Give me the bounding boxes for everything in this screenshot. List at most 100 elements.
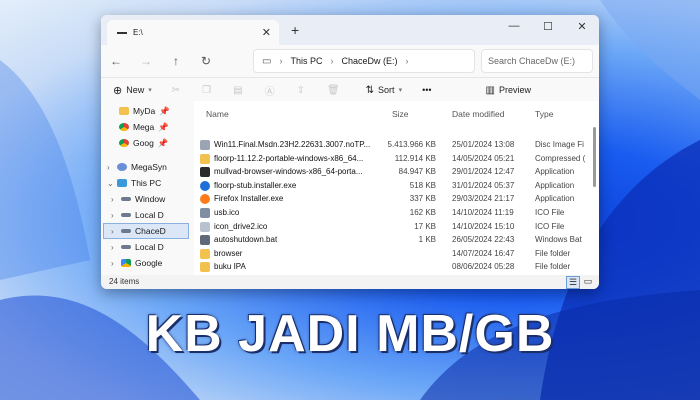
chrome-icon (119, 123, 129, 131)
file-date: 25/01/2024 13:08 (452, 140, 515, 149)
forward-button[interactable]: → (131, 54, 161, 68)
tiles-view-icon[interactable]: ▭ (582, 276, 594, 287)
gdrive-icon (121, 259, 131, 267)
file-name: buku IPA (214, 262, 246, 272)
back-button[interactable]: ← (101, 54, 131, 68)
more-options-button[interactable]: ••• (422, 85, 431, 95)
item-count: 24 items (109, 277, 140, 286)
close-window-button[interactable]: ✕ (565, 15, 599, 37)
file-size: 1 KB (418, 235, 436, 245)
table-row[interactable]: floorp-stub.installer.exe 518 KB 31/01/2… (194, 179, 599, 193)
details-view-icon[interactable]: ☰ (566, 276, 580, 289)
chevron-right-icon[interactable]: › (111, 243, 117, 252)
search-input[interactable]: Search ChaceDw (E:) (481, 49, 593, 73)
app-icon (200, 167, 210, 178)
tab-drive-e[interactable]: E:\ ✕ (107, 20, 279, 45)
vertical-scrollbar[interactable] (593, 127, 596, 187)
sidebar-item-mega[interactable]: Mega 📌 (119, 119, 169, 135)
file-explorer-window: E:\ ✕ + — ☐ ✕ ← → ↑ ↻ ▭ › This PC › Chac… (101, 15, 599, 289)
preview-button[interactable]: ▥ Preview (486, 85, 531, 96)
sidebar-item-label: MyDa (133, 106, 156, 116)
drive-icon (117, 31, 127, 34)
column-header-type[interactable]: Type (535, 109, 553, 119)
column-headers: Name Size Date modified Type (194, 101, 599, 123)
sidebar-item-label: Local D (135, 242, 164, 252)
rename-icon[interactable]: Ⓐ (265, 83, 275, 98)
chevron-down-icon[interactable]: ⌄ (107, 179, 114, 188)
minimize-button[interactable]: — (497, 15, 531, 37)
overlay-title: KB JADI MB/GB (145, 305, 555, 363)
paste-icon[interactable]: ▤ (233, 85, 242, 96)
sidebar-item-this-pc[interactable]: ⌄ This PC (107, 175, 161, 191)
share-icon[interactable]: ⇪ (297, 85, 305, 96)
table-row[interactable]: mullvad-browser-windows-x86_64-porta... … (194, 165, 599, 179)
column-header-size[interactable]: Size (392, 109, 409, 119)
table-row[interactable]: browser 14/07/2024 16:47 File folder (194, 247, 599, 261)
copy-icon[interactable]: ❐ (202, 85, 211, 96)
file-date: 29/03/2024 21:17 (452, 194, 515, 204)
cut-icon[interactable]: ✂ (172, 85, 180, 96)
breadcrumb-this-pc[interactable]: This PC (290, 56, 322, 66)
chevron-right-icon[interactable]: › (111, 227, 117, 236)
sidebar-item-local-d-2[interactable]: › Local D (111, 239, 164, 255)
bat-icon (200, 235, 210, 246)
sort-button[interactable]: ⇅ Sort ▾ (366, 85, 402, 96)
sidebar-item-label: Google (135, 258, 163, 268)
table-row[interactable]: Firefox Installer.exe 337 KB 29/03/2024 … (194, 192, 599, 206)
chevron-right-icon[interactable]: › (111, 259, 117, 268)
sidebar-item-myda[interactable]: MyDa 📌 (119, 103, 170, 119)
sort-icon: ⇅ (365, 84, 375, 96)
address-bar[interactable]: ▭ › This PC › ChaceDw (E:) › (253, 49, 475, 73)
file-type: Application (535, 180, 575, 190)
close-tab-icon[interactable]: ✕ (262, 26, 271, 39)
sidebar-item-windows[interactable]: › Window (111, 191, 165, 207)
column-header-date[interactable]: Date modified (452, 109, 504, 119)
sidebar-item-goog[interactable]: Goog 📌 (119, 135, 168, 151)
sidebar-item-label: Goog (133, 138, 154, 148)
sidebar-item-google-drive[interactable]: › Google (111, 255, 162, 271)
breadcrumb-drive[interactable]: ChaceDw (E:) (341, 56, 397, 66)
file-name: floorp-stub.installer.exe (214, 180, 297, 190)
firefox-icon (200, 194, 210, 205)
sidebar-item-chacedw[interactable]: › ChaceD (103, 223, 189, 239)
chevron-right-icon[interactable]: › (111, 211, 117, 220)
maximize-button[interactable]: ☐ (531, 15, 565, 37)
table-row[interactable]: autoshutdown.bat 1 KB 26/05/2024 22:43 W… (194, 233, 599, 247)
chevron-right-icon[interactable]: › (111, 195, 117, 204)
file-name: browser (214, 248, 243, 258)
sidebar-item-label: Mega (133, 122, 155, 132)
file-date: 14/05/2024 05:21 (452, 153, 515, 163)
file-name: floorp-11.12.2-portable-windows-x86_64..… (214, 153, 364, 163)
column-header-name[interactable]: Name (206, 109, 229, 119)
command-bar: ⊕ New ▾ ✂ ❐ ▤ Ⓐ ⇪ 🗑 ⇅ Sort ▾ ••• ▥ Previ… (101, 77, 599, 102)
zip-icon (200, 153, 210, 164)
sidebar-item-label: Window (135, 194, 166, 204)
file-name: usb.ico (214, 208, 240, 217)
sidebar-item-megasync[interactable]: › MegaSyn (107, 159, 167, 175)
table-row[interactable]: buku IPA 08/06/2024 05:28 File folder (194, 260, 599, 274)
table-row[interactable]: icon_drive2.ico 17 KB 14/10/2024 15:10 I… (194, 220, 599, 234)
tab-title: E:\ (133, 28, 143, 37)
drive-icon (121, 229, 131, 233)
refresh-button[interactable]: ↻ (191, 54, 221, 68)
disc-icon (200, 140, 210, 150)
table-row[interactable]: Win11.Final.Msdn.23H2.22631.3007.noTP...… (194, 138, 599, 152)
file-type: ICO File (535, 221, 565, 231)
sidebar-item-label: This PC (131, 178, 162, 188)
title-bar: E:\ ✕ + — ☐ ✕ (101, 15, 599, 45)
new-button[interactable]: ⊕ New ▾ (113, 84, 152, 97)
new-tab-button[interactable]: + (291, 22, 299, 38)
sidebar-item-label: MegaSyn (131, 162, 167, 172)
chevron-down-icon: ▾ (148, 87, 152, 94)
chevron-right-icon[interactable]: › (107, 163, 113, 172)
preview-label: Preview (498, 85, 531, 95)
up-button[interactable]: ↑ (161, 54, 191, 68)
delete-icon[interactable]: 🗑 (327, 85, 340, 96)
chrome-icon (119, 139, 129, 147)
sidebar-item-label: Local D (135, 210, 164, 220)
table-row[interactable]: floorp-11.12.2-portable-windows-x86_64..… (194, 152, 599, 166)
table-row[interactable]: usb.ico 162 KB 14/10/2024 11:19 ICO File (194, 206, 599, 220)
file-date: 08/06/2024 05:28 (452, 262, 515, 272)
breadcrumb-separator-icon: › (279, 56, 283, 66)
sidebar-item-local-d[interactable]: › Local D (111, 207, 164, 223)
